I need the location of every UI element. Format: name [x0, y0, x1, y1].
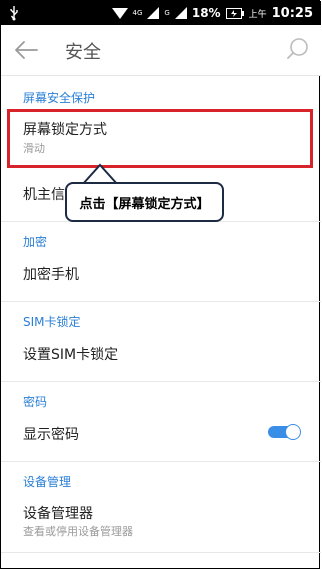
status-bar: 4G G 18% 上午 10:25	[1, 1, 321, 25]
network-4g-label: 4G	[132, 9, 143, 17]
encrypt-phone-item[interactable]: 加密手机	[23, 264, 79, 284]
back-arrow-icon[interactable]	[13, 38, 39, 62]
divider	[1, 301, 321, 302]
callout-tooltip: 点击【屏幕锁定方式】	[65, 182, 224, 222]
section-header-password: 密码	[23, 395, 48, 409]
section-header-encryption: 加密	[23, 235, 48, 249]
signal-icon	[147, 7, 160, 19]
divider	[1, 552, 321, 553]
show-password-toggle[interactable]	[268, 424, 301, 440]
battery-icon	[225, 7, 244, 19]
divider	[1, 381, 321, 382]
wifi-icon	[111, 8, 128, 19]
section-header-sim-lock: SIM卡锁定	[23, 315, 81, 329]
usb-icon	[10, 6, 18, 21]
section-header-screen-protection: 屏幕安全保护	[23, 91, 96, 105]
app-bar: 安全	[1, 25, 321, 76]
search-icon[interactable]	[287, 37, 309, 59]
callout-text: 点击【屏幕锁定方式】	[79, 196, 210, 212]
toggle-thumb	[285, 424, 301, 440]
ampm-label: 上午	[248, 9, 267, 20]
show-password-item[interactable]: 显示密码	[23, 424, 79, 444]
section-header-device-admin: 设备管理	[23, 475, 72, 489]
clock: 10:25	[271, 5, 313, 21]
network-g-label: G	[164, 9, 170, 17]
signal-icon-2	[174, 7, 187, 19]
device-admins-sub: 查看或停用设备管理器	[23, 525, 133, 538]
battery-percent: 18%	[191, 6, 221, 20]
device-admins-item[interactable]: 设备管理器	[23, 503, 93, 523]
page-title: 安全	[65, 42, 101, 63]
highlight-box	[7, 109, 313, 168]
divider	[1, 461, 321, 462]
set-sim-lock-item[interactable]: 设置SIM卡锁定	[23, 344, 118, 364]
